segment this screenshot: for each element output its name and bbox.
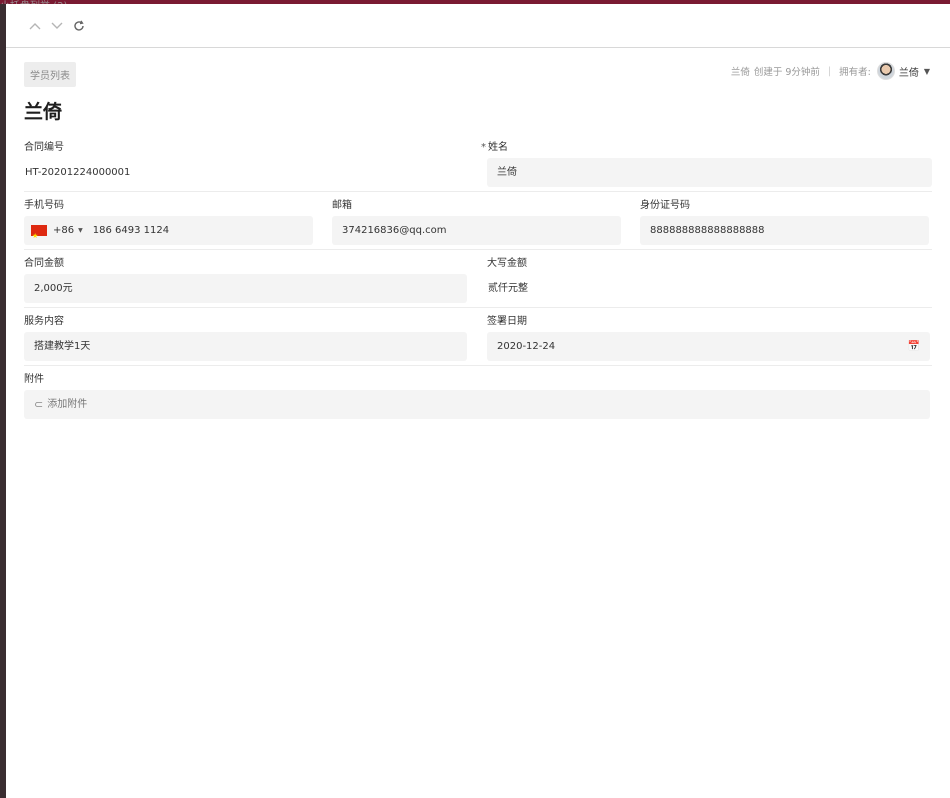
refresh-button[interactable]: [68, 15, 90, 37]
country-code[interactable]: +86: [53, 216, 74, 245]
field-phone: 手机号码 +86 ▼ 186 6493 1124: [24, 196, 313, 251]
field-label: 大写金额: [487, 258, 527, 269]
owner-name[interactable]: 兰倚: [899, 64, 919, 79]
name-input[interactable]: 兰倚: [487, 158, 932, 187]
field-label: 附件: [24, 374, 44, 385]
record-form: 合同编号 HT-20201224000001 *姓名 兰倚 手机号码 +86 ▼…: [24, 138, 932, 423]
contract-no-value: HT-20201224000001: [25, 167, 131, 178]
field-amount-upper: 大写金额 贰仟元整: [487, 254, 930, 303]
amount-upper-value: 贰仟元整: [488, 283, 528, 294]
sign-date-value: 2020-12-24: [497, 341, 556, 352]
field-label: 邮箱: [332, 200, 352, 211]
owner-label: 拥有者:: [839, 67, 871, 78]
created-time: 创建于 9分钟前: [753, 67, 820, 78]
next-record-button[interactable]: [46, 15, 68, 37]
field-sign-date: 签署日期 2020-12-24 📅: [487, 312, 930, 361]
field-email: 邮箱 374216836@qq.com: [332, 196, 621, 245]
form-row-3: 合同金额 2,000元 大写金额 贰仟元整: [24, 254, 932, 308]
field-label: 姓名: [488, 142, 508, 153]
field-label: 服务内容: [24, 316, 64, 327]
add-attachment-label: 添加附件: [47, 399, 88, 410]
field-label: 合同金额: [24, 258, 64, 269]
prev-record-button[interactable]: [24, 15, 46, 37]
drawer-toolbar: [6, 4, 950, 48]
detail-drawer: 学员列表 兰倚 创建于 9分钟前 | 拥有者: 兰倚 ▼ 兰倚 合同编号 HT-…: [6, 4, 950, 798]
chevron-down-icon: [51, 22, 63, 29]
required-mark: *: [481, 142, 486, 153]
amount-input[interactable]: 2,000元: [24, 274, 467, 303]
china-flag-icon[interactable]: [31, 222, 47, 251]
record-meta: 兰倚 创建于 9分钟前 | 拥有者: 兰倚 ▼: [731, 62, 930, 80]
form-row-5: 附件 ⊂ 添加附件: [24, 370, 932, 423]
caret-down-icon[interactable]: ▼: [78, 216, 83, 245]
creator-name: 兰倚: [730, 67, 750, 78]
form-row-2: 手机号码 +86 ▼ 186 6493 1124 邮箱 374216836@qq…: [24, 196, 932, 251]
field-contract-no: 合同编号 HT-20201224000001: [24, 138, 479, 187]
field-id-no: 身份证号码 888888888888888888: [640, 196, 929, 245]
field-label: 签署日期: [487, 316, 527, 327]
sign-date-picker[interactable]: 2020-12-24 📅: [487, 332, 930, 361]
add-attachment-button[interactable]: ⊂ 添加附件: [24, 390, 930, 419]
form-row-1: 合同编号 HT-20201224000001 * 姓名 兰倚: [24, 138, 932, 192]
service-input[interactable]: 搭建教学1天: [24, 332, 467, 361]
paperclip-icon: ⊂: [34, 398, 44, 411]
field-label: 身份证号码: [640, 200, 690, 211]
refresh-icon: [74, 19, 84, 31]
field-name: * 姓名 兰倚: [481, 138, 932, 187]
email-input[interactable]: 374216836@qq.com: [332, 216, 621, 245]
field-label: 合同编号: [24, 142, 64, 153]
page-title: 兰倚: [24, 101, 63, 123]
record-content: 学员列表 兰倚 创建于 9分钟前 | 拥有者: 兰倚 ▼ 兰倚 合同编号 HT-…: [6, 48, 950, 423]
form-row-4: 服务内容 搭建教学1天 签署日期 2020-12-24 📅: [24, 312, 932, 366]
field-label: 手机号码: [24, 200, 64, 211]
id-no-input[interactable]: 888888888888888888: [640, 216, 929, 245]
breadcrumb[interactable]: 学员列表: [24, 62, 76, 87]
meta-divider: |: [827, 65, 832, 77]
phone-input[interactable]: +86 ▼ 186 6493 1124: [24, 216, 313, 251]
chevron-up-icon: [29, 22, 41, 29]
field-amount: 合同金额 2,000元: [24, 254, 467, 303]
field-attachment: 附件 ⊂ 添加附件: [24, 370, 930, 419]
avatar: [876, 62, 895, 80]
owner-dropdown-icon[interactable]: ▼: [924, 67, 930, 76]
field-service: 服务内容 搭建教学1天: [24, 312, 467, 361]
phone-value: 186 6493 1124: [92, 225, 170, 236]
calendar-icon[interactable]: 📅: [908, 332, 920, 361]
